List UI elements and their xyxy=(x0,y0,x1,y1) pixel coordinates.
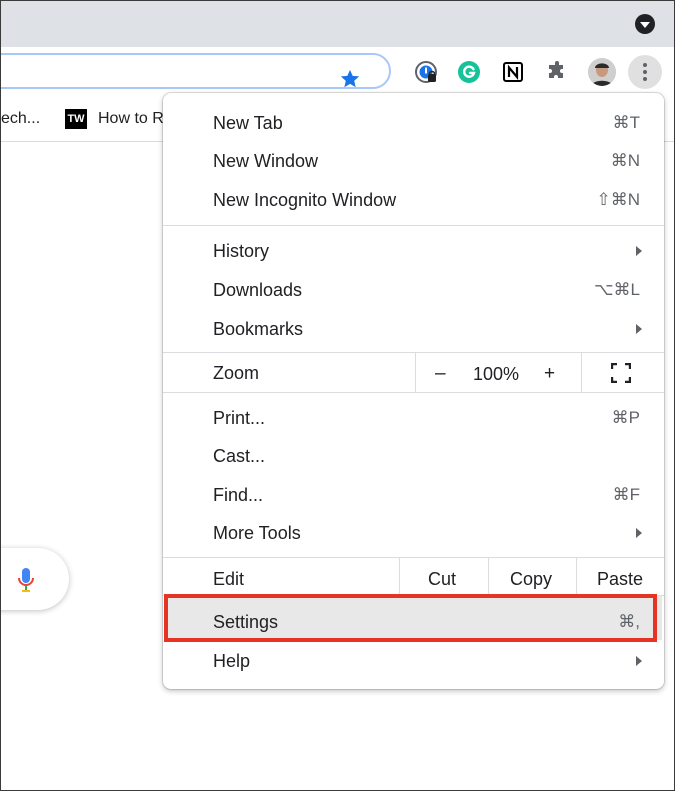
menu-item-label: Bookmarks xyxy=(213,319,304,339)
menu-separator xyxy=(163,392,664,393)
menu-item-label: New Window xyxy=(213,151,319,171)
settings-highlight-box xyxy=(164,594,657,642)
edit-divider xyxy=(399,558,400,595)
bookmark-item[interactable]: ech... xyxy=(1,110,40,128)
address-bar[interactable] xyxy=(1,53,391,90)
menu-item-shortcut: ⇧⌘N xyxy=(596,190,640,209)
tab-search-icon[interactable] xyxy=(635,14,655,34)
menu-item-shortcut: ⌘N xyxy=(610,151,640,170)
menu-item-help[interactable]: Help xyxy=(163,642,664,680)
browser-window: ech... TW How to R New Tab ⌘T New Window… xyxy=(0,0,675,791)
grammarly-extension-icon[interactable] xyxy=(457,60,481,84)
submenu-arrow-icon xyxy=(636,246,642,256)
zoom-out-button[interactable]: – xyxy=(435,363,446,385)
menu-item-shortcut: ⌘P xyxy=(611,408,640,427)
menu-item-shortcut: ⌥⌘L xyxy=(593,280,640,299)
notion-extension-icon[interactable] xyxy=(501,60,525,84)
menu-item-shortcut: ⌘F xyxy=(612,485,640,504)
three-dot-menu-icon[interactable] xyxy=(628,55,662,89)
menu-item-label: Print... xyxy=(213,408,266,428)
menu-item-find[interactable]: Find... ⌘F xyxy=(163,476,664,514)
menu-item-edit: Edit xyxy=(163,560,664,598)
toolbar xyxy=(1,47,674,99)
menu-item-zoom: Zoom xyxy=(163,354,664,392)
1password-extension-icon[interactable] xyxy=(414,60,438,84)
fullscreen-icon[interactable] xyxy=(611,363,631,383)
menu-item-more-tools[interactable]: More Tools xyxy=(163,514,664,552)
menu-item-new-window[interactable]: New Window ⌘N xyxy=(163,142,664,180)
menu-separator xyxy=(163,557,664,558)
zoom-divider xyxy=(581,353,582,392)
menu-item-label: Downloads xyxy=(213,280,303,300)
submenu-arrow-icon xyxy=(636,656,642,666)
tab-strip xyxy=(1,1,674,47)
menu-item-new-tab[interactable]: New Tab ⌘T xyxy=(163,104,664,142)
menu-item-label: New Tab xyxy=(213,113,283,133)
menu-separator xyxy=(163,225,664,226)
bookmark-star-icon[interactable] xyxy=(339,68,361,90)
menu-item-label: Edit xyxy=(213,569,245,589)
menu-item-downloads[interactable]: Downloads ⌥⌘L xyxy=(163,271,664,309)
edit-divider xyxy=(576,558,577,595)
menu-item-label: Cast... xyxy=(213,446,266,466)
tw-favicon-icon: TW xyxy=(65,109,87,129)
menu-item-label: History xyxy=(213,241,270,261)
menu-item-label: More Tools xyxy=(213,523,301,543)
zoom-level: 100% xyxy=(473,364,520,384)
menu-item-print[interactable]: Print... ⌘P xyxy=(163,399,664,437)
cut-button[interactable]: Cut xyxy=(428,569,456,590)
menu-item-bookmarks[interactable]: Bookmarks xyxy=(163,310,664,348)
microphone-icon[interactable] xyxy=(17,566,35,594)
menu-item-label: Zoom xyxy=(213,363,260,383)
submenu-arrow-icon xyxy=(636,528,642,538)
menu-item-cast[interactable]: Cast... xyxy=(163,437,664,475)
profile-avatar[interactable] xyxy=(588,58,616,86)
extensions-puzzle-icon[interactable] xyxy=(545,60,569,84)
zoom-in-button[interactable]: + xyxy=(544,363,555,385)
menu-item-label: Help xyxy=(213,651,251,671)
menu-item-history[interactable]: History xyxy=(163,232,664,270)
menu-item-new-incognito-window[interactable]: New Incognito Window ⇧⌘N xyxy=(163,181,664,219)
copy-button[interactable]: Copy xyxy=(510,569,552,590)
bookmark-item[interactable]: How to R xyxy=(98,110,164,128)
menu-item-label: New Incognito Window xyxy=(213,190,397,210)
submenu-arrow-icon xyxy=(636,324,642,334)
paste-button[interactable]: Paste xyxy=(597,569,643,590)
edit-divider xyxy=(488,558,489,595)
menu-item-shortcut: ⌘T xyxy=(612,113,640,132)
menu-item-label: Find... xyxy=(213,485,264,505)
zoom-divider xyxy=(415,353,416,392)
voice-search-bubble[interactable] xyxy=(1,548,69,610)
menu-separator xyxy=(163,352,664,353)
